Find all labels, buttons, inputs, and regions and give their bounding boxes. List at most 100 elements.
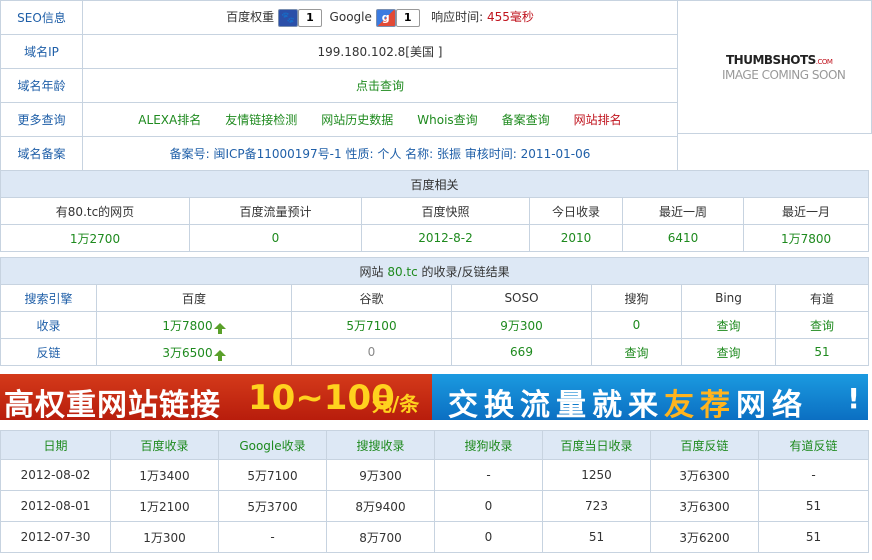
hist-header-sogou: 搜狗收录 xyxy=(434,430,543,460)
links-header-google: 谷歌 xyxy=(291,284,452,312)
baidu-header-snapshot: 百度快照 xyxy=(361,197,530,225)
baidu-stats-table: 百度相关 有80.tc的网页 百度流量预计 百度快照 今日收录 最近一周 最近一… xyxy=(0,170,870,252)
table-cell: 5万3700 xyxy=(218,490,327,522)
links-header-baidu: 百度 xyxy=(96,284,292,312)
image-coming-soon-text: IMAGE COMING SOON xyxy=(722,68,846,82)
backlinks-youdao[interactable]: 51 xyxy=(774,338,870,366)
up-arrow-icon xyxy=(213,350,226,361)
indexed-bing-query[interactable]: 查询 xyxy=(681,311,776,339)
table-cell: 2012-08-02 xyxy=(0,459,111,491)
site-history-link[interactable]: 网站历史数据 xyxy=(321,113,393,127)
seo-info-label: SEO信息 xyxy=(0,0,83,35)
domain-beian-label: 域名备案 xyxy=(0,136,83,171)
links-section-title: 网站 80.tc 的收录/反链结果 xyxy=(0,257,870,285)
table-row: 2012-08-02 1万3400 5万7100 9万300 - 1250 3万… xyxy=(0,459,869,491)
hist-header-baidu: 百度收录 xyxy=(110,430,219,460)
table-cell: 723 xyxy=(542,490,651,522)
row-label-indexed: 收录 xyxy=(0,311,97,339)
backlinks-baidu[interactable]: 3万6500 xyxy=(96,338,292,366)
domain-ip-value: 199.180.102.8[美国 ] xyxy=(82,34,678,69)
table-cell: 3万6300 xyxy=(650,490,759,522)
table-cell: 9万300 xyxy=(326,459,435,491)
baidu-value-today[interactable]: 2010 xyxy=(529,224,623,252)
baidu-value-pages[interactable]: 1万2700 xyxy=(0,224,190,252)
backlinks-soso[interactable]: 669 xyxy=(451,338,592,366)
up-arrow-icon xyxy=(213,323,226,334)
more-queries-links: ALEXA排名 友情链接检测 网站历史数据 Whois查询 备案查询 网站排名 xyxy=(82,102,678,137)
row-label-backlinks: 反链 xyxy=(0,338,97,366)
baidu-weight-label: 百度权重 xyxy=(226,10,275,25)
baidu-header-month: 最近一月 xyxy=(742,197,870,225)
domain-ip-label: 域名IP xyxy=(0,34,83,69)
links-header-bing: Bing xyxy=(681,284,776,312)
table-cell: 3万6300 xyxy=(650,459,759,491)
response-time-value: 455毫秒 xyxy=(487,10,534,25)
ad-left-text: 高权重网站链接 xyxy=(4,388,221,420)
ad-banner-left[interactable]: 高权重网站链接 10~100 元/条 xyxy=(0,374,432,420)
index-backlink-table: 网站 80.tc 的收录/反链结果 搜索引擎 百度 谷歌 SOSO 搜狗 Bin… xyxy=(0,257,870,366)
more-queries-label: 更多查询 xyxy=(0,102,83,137)
domain-age-link[interactable]: 点击查询 xyxy=(82,68,678,103)
history-table: 日期 百度收录 Google收录 搜搜收录 搜狗收录 百度当日收录 百度反链 有… xyxy=(0,430,869,553)
links-header-sogou: 搜狗 xyxy=(591,284,682,312)
ad-banner[interactable]: 高权重网站链接 10~100 元/条 交换流量就来友荐网络 ! xyxy=(0,374,868,420)
google-label: Google xyxy=(329,10,372,25)
hist-header-baidu-backlinks: 百度反链 xyxy=(650,430,759,460)
table-cell: 1万2100 xyxy=(110,490,219,522)
links-header-engine: 搜索引擎 xyxy=(0,284,97,312)
links-domain[interactable]: 80.tc xyxy=(387,265,417,279)
hist-header-youdao-backlinks: 有道反链 xyxy=(758,430,869,460)
table-cell: 8万9400 xyxy=(326,490,435,522)
alexa-rank-link[interactable]: ALEXA排名 xyxy=(138,113,201,127)
baidu-section-title: 百度相关 xyxy=(0,170,870,198)
baidu-header-traffic: 百度流量预计 xyxy=(189,197,362,225)
table-cell: 0 xyxy=(434,490,543,522)
backlinks-sogou-query[interactable]: 查询 xyxy=(591,338,682,366)
ad-left-unit: 元/条 xyxy=(372,392,420,416)
google-pr-badge[interactable]: g1 xyxy=(375,8,420,27)
table-cell: 2012-08-01 xyxy=(0,490,111,522)
site-thumbnail: THUMBSHOTS.COM IMAGE COMING SOON xyxy=(677,0,872,134)
table-cell: 51 xyxy=(758,490,869,522)
baidu-header-week: 最近一周 xyxy=(622,197,744,225)
hist-header-baidu-today: 百度当日收录 xyxy=(542,430,651,460)
domain-age-label: 域名年龄 xyxy=(0,68,83,103)
indexed-baidu[interactable]: 1万7800 xyxy=(96,311,292,339)
table-cell: 51 xyxy=(542,521,651,553)
thumbshots-logo: THUMBSHOTS.COM xyxy=(726,53,833,67)
table-cell: - xyxy=(758,459,869,491)
hist-header-google: Google收录 xyxy=(218,430,327,460)
table-cell: 51 xyxy=(758,521,869,553)
table-cell: - xyxy=(218,521,327,553)
ad-right-text: 交换流量就来友荐网络 xyxy=(448,388,808,420)
whois-link[interactable]: Whois查询 xyxy=(417,113,477,127)
hist-header-date: 日期 xyxy=(0,430,111,460)
baidu-pr-badge[interactable]: 🐾 1 xyxy=(277,8,322,27)
baidu-value-month[interactable]: 1万7800 xyxy=(742,224,870,252)
table-row: 2012-07-30 1万300 - 8万700 0 51 3万6200 51 xyxy=(0,521,869,553)
indexed-sogou[interactable]: 0 xyxy=(591,311,682,339)
table-cell: 8万700 xyxy=(326,521,435,553)
links-header-youdao: 有道 xyxy=(774,284,870,312)
baidu-header-pages: 有80.tc的网页 xyxy=(0,197,190,225)
table-cell: 2012-07-30 xyxy=(0,521,111,553)
indexed-youdao-query[interactable]: 查询 xyxy=(774,311,870,339)
indexed-google[interactable]: 5万7100 xyxy=(291,311,452,339)
baidu-value-traffic: 0 xyxy=(189,224,362,252)
indexed-soso[interactable]: 9万300 xyxy=(451,311,592,339)
friend-link-check-link[interactable]: 友情链接检测 xyxy=(225,113,297,127)
beian-query-link[interactable]: 备案查询 xyxy=(502,113,550,127)
response-time-label: 响应时间: xyxy=(431,10,484,25)
site-rank-link[interactable]: 网站排名 xyxy=(574,113,622,127)
table-cell: 0 xyxy=(434,521,543,553)
baidu-header-today: 今日收录 xyxy=(529,197,623,225)
ad-banner-right[interactable]: 交换流量就来友荐网络 ! xyxy=(432,374,868,420)
baidu-value-snapshot[interactable]: 2012-8-2 xyxy=(361,224,530,252)
baidu-value-week[interactable]: 6410 xyxy=(622,224,744,252)
seo-info-table: SEO信息 百度权重 🐾 1 Google g1 响应时间: 455毫秒 域名IP… xyxy=(0,0,678,171)
table-cell: 1万3400 xyxy=(110,459,219,491)
baidu-paw-icon: 🐾 xyxy=(277,8,298,27)
backlinks-bing-query[interactable]: 查询 xyxy=(681,338,776,366)
table-cell: 5万7100 xyxy=(218,459,327,491)
google-g-icon: g xyxy=(375,8,396,27)
